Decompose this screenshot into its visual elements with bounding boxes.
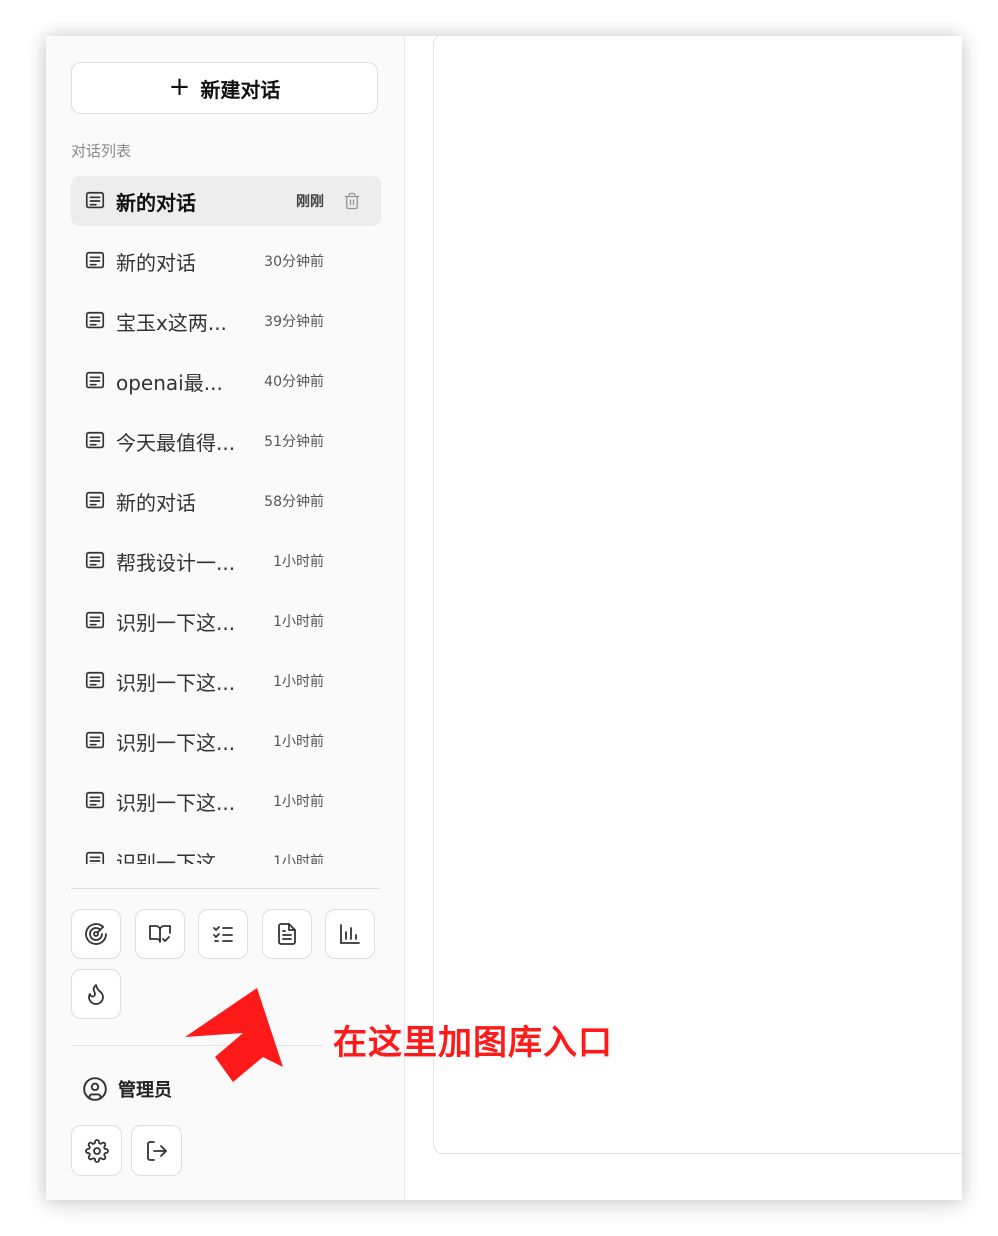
conversation-title: 今天最值得... xyxy=(116,430,236,455)
bar-chart-icon xyxy=(340,924,360,944)
conversation-time: 1小时前 xyxy=(273,854,324,864)
settings-icon xyxy=(84,1138,109,1163)
user-name: 管理员 xyxy=(118,1080,172,1101)
conversation-time: 30分钟前 xyxy=(264,254,324,270)
conversation-title: 帮我设计一... xyxy=(116,550,236,575)
conversation-item[interactable]: 识别一下这... 1小时前 xyxy=(71,596,381,646)
settings-button[interactable] xyxy=(71,1125,122,1176)
new-chat-button[interactable]: + 新建对话 xyxy=(71,62,378,114)
conversation-time: 1小时前 xyxy=(273,614,324,630)
conversation-item[interactable]: 新的对话 58分钟前 xyxy=(71,476,381,526)
conversation-title: 新的对话 xyxy=(116,490,196,515)
message-square-text-icon xyxy=(85,191,105,209)
annotation-arrow xyxy=(185,988,283,1082)
user-circle-icon xyxy=(83,1077,107,1101)
conversation-time: 39分钟前 xyxy=(264,314,324,330)
conversation-item[interactable]: openai最... 40分钟前 xyxy=(71,356,381,406)
tool-button-chart[interactable] xyxy=(325,909,375,959)
document-icon xyxy=(278,923,296,945)
conversation-time: 51分钟前 xyxy=(264,434,324,450)
conversation-title: 新的对话 xyxy=(116,250,196,275)
conversation-title: 宝玉x这两... xyxy=(116,310,227,335)
logout-button[interactable] xyxy=(131,1125,182,1176)
annotation-text: 在这里加图库入口 xyxy=(333,1023,613,1063)
conversation-item[interactable]: 识别一下这 1小时前 xyxy=(71,836,381,864)
conversation-item[interactable]: 新的对话 刚刚 xyxy=(71,176,381,226)
divider xyxy=(71,888,380,889)
message-square-text-icon xyxy=(85,611,105,629)
new-chat-label: 新建对话 xyxy=(200,77,281,102)
main-content-panel xyxy=(433,36,962,1154)
conversation-item[interactable]: 今天最值得... 51分钟前 xyxy=(71,416,381,466)
tool-button-radar[interactable] xyxy=(71,909,121,959)
conversation-time: 1小时前 xyxy=(273,734,324,750)
conversation-item[interactable]: 新的对话 30分钟前 xyxy=(71,236,381,286)
conversation-item[interactable]: 帮我设计一... 1小时前 xyxy=(71,536,381,586)
conversation-time: 1小时前 xyxy=(273,554,324,570)
conversation-time: 1小时前 xyxy=(273,674,324,690)
conversation-item[interactable]: 识别一下这... 1小时前 xyxy=(71,656,381,706)
logout-icon xyxy=(146,1140,167,1161)
tool-button-document[interactable] xyxy=(262,909,312,959)
conversation-title: 识别一下这... xyxy=(116,610,236,635)
message-square-text-icon xyxy=(85,371,105,389)
conversation-item[interactable]: 宝玉x这两... 39分钟前 xyxy=(71,296,381,346)
user-profile[interactable]: 管理员 xyxy=(82,1076,172,1102)
message-square-text-icon xyxy=(85,791,105,809)
flame-icon xyxy=(88,984,104,1005)
trash-icon[interactable] xyxy=(343,191,361,211)
conversation-time: 1小时前 xyxy=(273,794,324,810)
conversation-time: 40分钟前 xyxy=(264,374,324,390)
conversation-title: 识别一下这... xyxy=(116,670,236,695)
conversation-title: 识别一下这... xyxy=(116,730,236,755)
tool-button-book[interactable] xyxy=(135,909,185,959)
book-check-icon xyxy=(149,925,171,943)
conversation-title: 新的对话 xyxy=(116,190,196,215)
plus-icon: + xyxy=(168,71,191,102)
message-square-text-icon xyxy=(85,731,105,749)
tool-button-checklist[interactable] xyxy=(198,909,248,959)
message-square-text-icon xyxy=(85,671,105,689)
conversation-title: 识别一下这 xyxy=(116,850,216,865)
message-square-text-icon xyxy=(85,251,105,269)
radar-icon xyxy=(85,923,107,945)
conversation-time: 58分钟前 xyxy=(264,494,324,510)
conversation-title: 识别一下这... xyxy=(116,790,236,815)
conversation-list: 新的对话 刚刚 新的对话 30分钟前 宝玉x这两... 39分钟前 openai最... 40… xyxy=(71,176,381,864)
message-square-text-icon xyxy=(85,311,105,329)
conversation-item[interactable]: 识别一下这... 1小时前 xyxy=(71,776,381,826)
conversation-item[interactable]: 识别一下这... 1小时前 xyxy=(71,716,381,766)
conversation-list-label: 对话列表 xyxy=(71,142,132,160)
conversation-time: 刚刚 xyxy=(296,194,324,210)
message-square-text-icon xyxy=(85,431,105,449)
tool-button-flame[interactable] xyxy=(71,969,121,1019)
message-square-text-icon xyxy=(85,491,105,509)
message-square-text-icon xyxy=(85,851,105,864)
message-square-text-icon xyxy=(85,551,105,569)
checklist-icon xyxy=(213,926,233,942)
conversation-title: openai最... xyxy=(116,370,223,395)
